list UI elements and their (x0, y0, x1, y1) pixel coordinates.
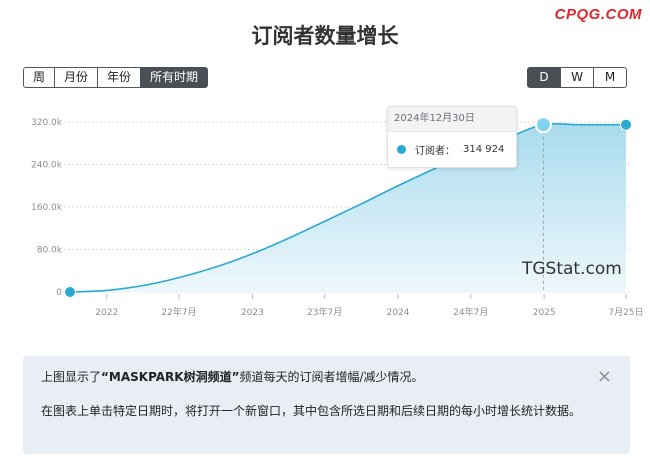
subscriber-chart[interactable]: 0 80.0k 160.0k 240.0k 320.0k 2022 22年7月 2023 23年… (0, 0, 650, 340)
series-point (64, 286, 76, 298)
y-tick-label: 240.0k (31, 161, 63, 171)
close-icon[interactable]: × (597, 366, 612, 387)
x-tick-label: 2024 (387, 308, 410, 318)
info-text-1: 上图显示了“MASKPARK树洞频道”频道每天的订阅者增幅/减少情况。 (41, 368, 424, 386)
x-tick-label: 22年7月 (161, 306, 196, 318)
series-dot-icon (397, 145, 406, 154)
x-tick-label: 2022 (95, 308, 118, 318)
brand-label: TGStat.com (522, 259, 622, 279)
channel-name: “MASKPARK树洞频道” (101, 370, 240, 384)
x-tick-label: 7月25日 (608, 307, 643, 318)
x-tick-label: 24年7月 (453, 306, 488, 318)
tooltip-label: 订阅者： (415, 146, 455, 157)
info-text-1-suffix: 频道每天的订阅者增幅/减少情况。 (239, 370, 424, 384)
info-text-2: 在图表上单击特定日期时，将打开一个新窗口，其中包含所选日期和后续日期的每小时增长… (41, 404, 582, 418)
y-tick-label: 160.0k (31, 203, 63, 213)
y-tick-label: 320.0k (31, 118, 63, 128)
tooltip-row: 订阅者： 314 924 (388, 132, 516, 157)
highlight-point (534, 116, 552, 134)
info-text-1-prefix: 上图显示了 (41, 370, 102, 384)
x-tick-label: 2025 (533, 308, 556, 318)
chart-tooltip: 2024年12月30日 订阅者： 314 924 (387, 106, 517, 168)
y-tick-label: 0 (56, 288, 62, 298)
info-panel: 上图显示了“MASKPARK树洞频道”频道每天的订阅者增幅/减少情况。 在图表上… (23, 356, 630, 454)
y-tick-label: 80.0k (37, 246, 63, 256)
tooltip-value: 314 924 (463, 144, 505, 155)
series-point (620, 118, 632, 131)
x-tick-label: 2023 (241, 308, 264, 318)
x-tick-label: 23年7月 (307, 306, 342, 318)
tooltip-date: 2024年12月30日 (388, 107, 516, 132)
